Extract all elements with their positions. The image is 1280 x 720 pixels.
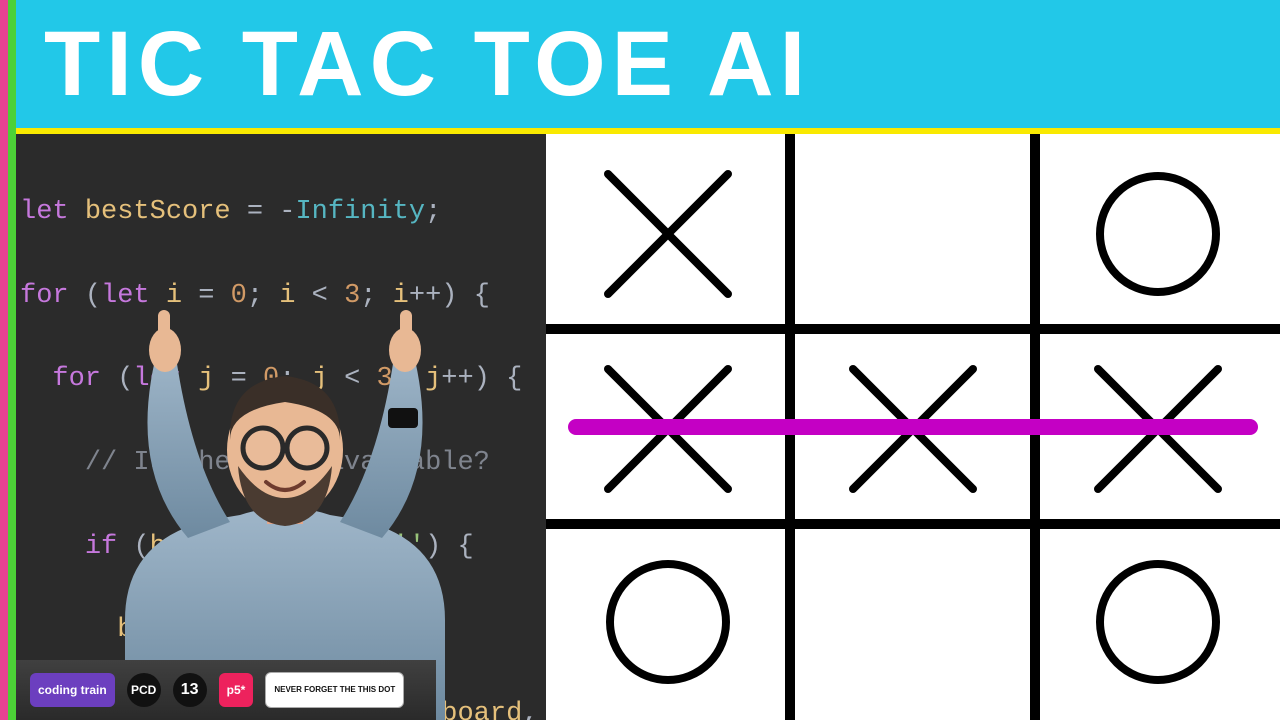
cell-0-0 <box>608 174 728 294</box>
sticker-coding-train: coding train <box>30 673 115 707</box>
sticker-note: NEVER FORGET THE THIS DOT <box>265 672 404 708</box>
board-svg <box>546 134 1280 720</box>
cell-2-0 <box>610 564 726 680</box>
sticker-p5: p5* <box>219 673 254 707</box>
tic-tac-toe-board <box>546 134 1280 720</box>
title-banner: TIC TAC TOE AI <box>16 0 1280 128</box>
cell-2-2 <box>1100 564 1216 680</box>
left-stripe-pink <box>0 0 8 720</box>
cell-0-2 <box>1100 176 1216 292</box>
left-stripe-green <box>8 0 16 720</box>
sticker-13: 13 <box>173 673 207 707</box>
code-snippet: let bestScore = -Infinity; for (let i = … <box>16 134 546 720</box>
laptop-lid: coding train PCD 13 p5* NEVER FORGET THE… <box>16 660 436 720</box>
title-text: TIC TAC TOE AI <box>44 18 811 110</box>
sticker-pcd: PCD <box>127 673 161 707</box>
thumbnail-frame: TIC TAC TOE AI let bestScore = -Infinity… <box>0 0 1280 720</box>
